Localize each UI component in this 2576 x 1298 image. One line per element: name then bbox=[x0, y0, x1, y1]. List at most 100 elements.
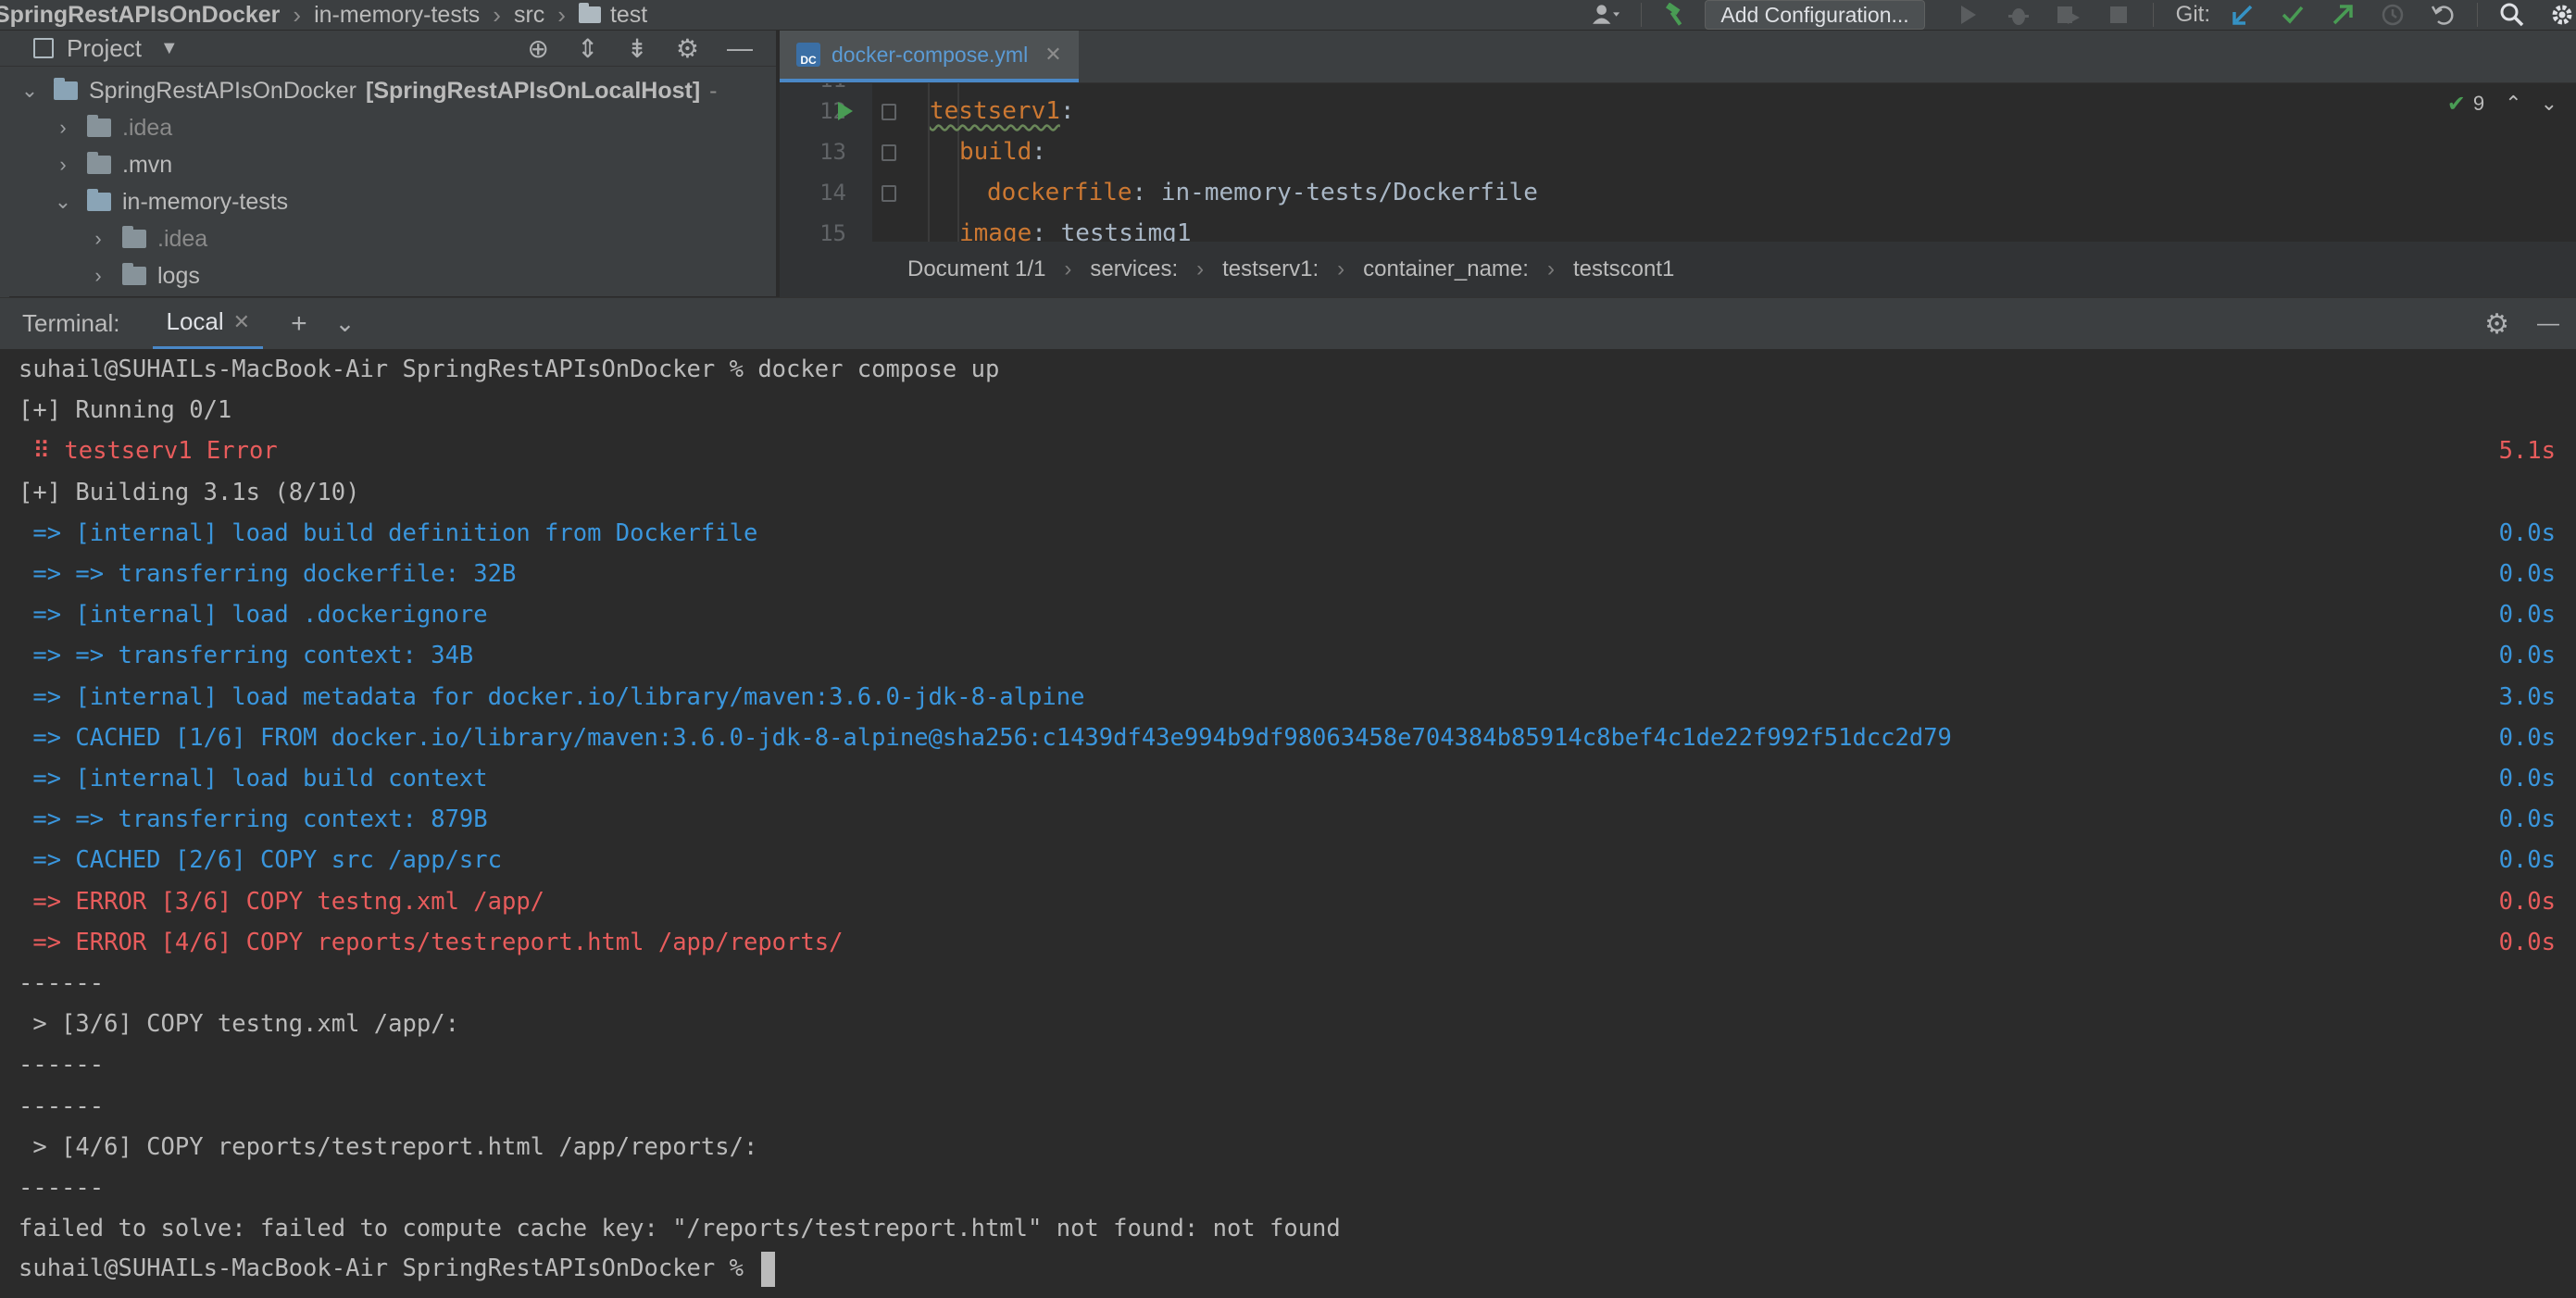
chevron-up-icon[interactable]: ⌃ bbox=[2505, 92, 2521, 116]
terminal-line-text: => => transferring context: 34B bbox=[19, 642, 474, 670]
git-push-icon[interactable] bbox=[2329, 1, 2357, 29]
run-icon[interactable] bbox=[1955, 1, 1982, 29]
stop-icon[interactable] bbox=[2105, 1, 2132, 29]
project-tree: ⌄ SpringRestAPIsOnDocker [SpringRestAPIs… bbox=[0, 67, 776, 294]
chevron-down-icon[interactable]: ▼ bbox=[160, 38, 179, 59]
close-icon[interactable]: ✕ bbox=[233, 310, 250, 334]
tree-item-label: .idea bbox=[122, 114, 173, 141]
terminal-prompt-line[interactable]: suhail@SUHAILs-MacBook-Air SpringRestAPI… bbox=[19, 1249, 2556, 1290]
terminal-line-duration: 0.0s bbox=[2498, 928, 2556, 956]
add-configuration-button[interactable]: Add Configuration... bbox=[1705, 0, 1925, 30]
terminal-line-duration: 0.0s bbox=[2498, 887, 2556, 916]
terminal-line: => CACHED [1/6] FROM docker.io/library/m… bbox=[19, 718, 2556, 758]
chevron-right-icon[interactable]: › bbox=[54, 153, 72, 177]
terminal-line-text: => => transferring context: 879B bbox=[19, 805, 488, 834]
breadcrumb-separator: › bbox=[557, 0, 566, 29]
user-icon[interactable] bbox=[1593, 1, 1620, 29]
tree-item-mvn[interactable]: › .mvn bbox=[0, 146, 776, 183]
settings-icon[interactable] bbox=[2548, 1, 2576, 29]
project-header: Project ▼ ⊕ ⇕ ⇟ ⚙ — bbox=[0, 31, 776, 67]
terminal-line-text: => [internal] load build context bbox=[19, 765, 488, 793]
project-title[interactable]: Project bbox=[67, 34, 142, 63]
terminal-line-text: => CACHED [1/6] FROM docker.io/library/m… bbox=[19, 723, 1952, 752]
inspection-widget[interactable]: ✔ 9 ⌃ ⌄ bbox=[2447, 83, 2557, 124]
terminal-line: => => transferring dockerfile: 32B 0.0s bbox=[19, 554, 2556, 594]
fold-icon[interactable] bbox=[882, 104, 896, 120]
terminal-header: Terminal: Local ✕ + ⌄ ⚙ — bbox=[0, 297, 2576, 350]
terminal-line: => ERROR [3/6] COPY testng.xml /app/0.0s bbox=[19, 881, 2556, 922]
terminal-line-text: => [internal] load metadata for docker.i… bbox=[19, 682, 1085, 711]
terminal-output[interactable]: suhail@SUHAILs-MacBook-Air SpringRestAPI… bbox=[0, 349, 2576, 1298]
terminal-line-text: ------ bbox=[19, 1051, 105, 1080]
folder-icon bbox=[87, 115, 111, 137]
folder-icon bbox=[122, 263, 146, 285]
close-icon[interactable]: ✕ bbox=[1044, 43, 1061, 67]
minimize-icon[interactable]: — bbox=[2537, 311, 2559, 337]
breadcrumb-services[interactable]: services: bbox=[1090, 256, 1178, 282]
check-icon: ✔ bbox=[2446, 91, 2466, 117]
search-icon[interactable] bbox=[2498, 1, 2526, 29]
toolbar-right: Add Configuration... Git: bbox=[1582, 0, 2576, 30]
coverage-icon[interactable] bbox=[2055, 1, 2082, 29]
breadcrumb-separator: › bbox=[1546, 256, 1555, 281]
terminal-line: [+] Building 3.1s (8/10) bbox=[19, 472, 2556, 513]
minimize-icon[interactable]: — bbox=[727, 33, 753, 63]
editor-tab-docker-compose[interactable]: DC docker-compose.yml ✕ bbox=[780, 31, 1079, 82]
breadcrumb-separator: › bbox=[493, 0, 501, 29]
breadcrumb-test[interactable]: test bbox=[578, 2, 647, 29]
chevron-down-icon[interactable]: ⌄ bbox=[2541, 92, 2557, 116]
toolbar-separator bbox=[2477, 3, 2478, 27]
debug-icon[interactable] bbox=[2005, 1, 2032, 29]
rollback-icon[interactable] bbox=[2429, 1, 2457, 29]
tree-item-idea[interactable]: › .idea bbox=[0, 109, 776, 146]
project-tool-window: Project ▼ ⊕ ⇕ ⇟ ⚙ — ⌄ SpringRestAPIsOnDo… bbox=[0, 31, 776, 296]
tree-item-root[interactable]: ⌄ SpringRestAPIsOnDocker [SpringRestAPIs… bbox=[0, 72, 776, 109]
breadcrumb-module[interactable]: in-memory-tests bbox=[314, 2, 480, 29]
breadcrumb-testserv1[interactable]: testserv1: bbox=[1222, 256, 1319, 282]
breadcrumb-project[interactable]: SpringRestAPIsOnDocker bbox=[0, 2, 280, 29]
terminal-tab-local[interactable]: Local ✕ bbox=[153, 298, 264, 350]
fold-icon[interactable] bbox=[882, 144, 896, 161]
gear-icon[interactable]: ⚙ bbox=[676, 33, 699, 64]
fold-icon[interactable] bbox=[882, 185, 896, 202]
run-icon[interactable] bbox=[838, 102, 853, 120]
toolbar-separator bbox=[2152, 3, 2154, 27]
code-text: image: testsimg1 bbox=[959, 219, 1192, 243]
breadcrumb-separator: › bbox=[293, 0, 302, 29]
chevron-down-icon[interactable]: ⌄ bbox=[54, 190, 72, 214]
breadcrumb-separator: › bbox=[1064, 256, 1072, 281]
terminal-line-text: => [internal] load build definition from… bbox=[19, 518, 758, 547]
locate-icon[interactable]: ⊕ bbox=[527, 33, 548, 64]
chevron-down-icon[interactable]: ⌄ bbox=[335, 309, 356, 338]
breadcrumb-container-name[interactable]: container_name: bbox=[1363, 256, 1529, 282]
collapse-all-icon[interactable]: ⇟ bbox=[626, 33, 647, 64]
breadcrumb-src[interactable]: src bbox=[514, 2, 544, 29]
git-update-icon[interactable] bbox=[2229, 1, 2257, 29]
terminal-tab-label: Local bbox=[166, 307, 224, 335]
terminal-line-text: => ERROR [4/6] COPY reports/testreport.h… bbox=[19, 928, 844, 956]
hammer-icon[interactable] bbox=[1662, 1, 1690, 29]
terminal-line-text: => CACHED [2/6] COPY src /app/src bbox=[19, 846, 502, 875]
history-icon[interactable] bbox=[2379, 1, 2407, 29]
folder-icon bbox=[578, 3, 601, 23]
gear-icon[interactable]: ⚙ bbox=[2484, 308, 2509, 341]
breadcrumb-document[interactable]: Document 1/1 bbox=[907, 256, 1045, 282]
chevron-right-icon[interactable]: › bbox=[89, 227, 107, 251]
chevron-down-icon[interactable]: ⌄ bbox=[20, 79, 39, 103]
tree-item-logs[interactable]: › logs bbox=[0, 257, 776, 294]
code-line: 14 dockerfile: in-memory-tests/Dockerfil… bbox=[780, 172, 1538, 213]
breadcrumb-testscont1[interactable]: testscont1 bbox=[1573, 256, 1674, 282]
code-line: 13 build: bbox=[780, 131, 1046, 172]
chevron-right-icon[interactable]: › bbox=[54, 116, 72, 140]
tree-item-in-memory-tests[interactable]: ⌄ in-memory-tests bbox=[0, 183, 776, 220]
tree-item-idea-nested[interactable]: › .idea bbox=[0, 220, 776, 257]
git-commit-icon[interactable] bbox=[2279, 1, 2307, 29]
terminal-line-text: => ERROR [3/6] COPY testng.xml /app/ bbox=[19, 887, 545, 916]
code-area[interactable]: ✔ 9 ⌃ ⌄ 11 12 testserv1: 13 build: 14 do… bbox=[780, 83, 2576, 243]
expand-all-icon[interactable]: ⇕ bbox=[577, 33, 598, 64]
code-text: build: bbox=[959, 138, 1046, 166]
add-icon[interactable]: + bbox=[291, 308, 307, 340]
terminal-line-duration: 5.1s bbox=[2498, 437, 2556, 466]
folder-icon bbox=[87, 152, 111, 174]
chevron-right-icon[interactable]: › bbox=[89, 264, 107, 288]
